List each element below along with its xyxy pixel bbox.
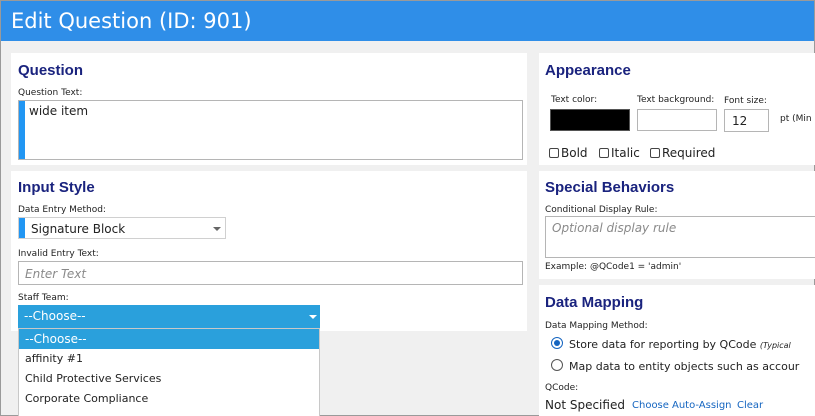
invalid-entry-label: Invalid Entry Text: — [18, 249, 99, 259]
data-entry-method-value: Signature Block — [31, 222, 126, 236]
dropdown-option[interactable]: Corporate Compliance — [19, 389, 319, 409]
conditional-rule-placeholder: Optional display rule — [552, 221, 677, 235]
qcode-value: Not Specified — [545, 398, 625, 412]
dropdown-option[interactable]: Child Protective Services — [19, 369, 319, 389]
input-accent — [19, 101, 25, 159]
data-entry-method-select[interactable]: Signature Block — [18, 217, 226, 239]
question-text-label: Question Text: — [18, 88, 83, 98]
store-qcode-label: Store data for reporting by QCode (Typic… — [569, 338, 791, 351]
italic-checkbox[interactable]: Italic — [599, 146, 640, 160]
data-mapping-panel: Data Mapping Data Mapping Method: Store … — [539, 285, 815, 416]
data-entry-method-label: Data Entry Method: — [18, 205, 106, 215]
font-size-value: 12 — [732, 114, 748, 128]
checkbox-icon — [549, 148, 559, 158]
staff-team-select[interactable]: --Choose-- — [18, 305, 320, 328]
choose-link[interactable]: Choose — [632, 400, 669, 411]
font-size-unit: pt (Min — [780, 114, 812, 124]
conditional-rule-label: Conditional Display Rule: — [545, 205, 658, 215]
data-mapping-heading: Data Mapping — [545, 294, 644, 311]
chevron-down-icon — [309, 315, 317, 319]
window-title: Edit Question (ID: 901) — [1, 1, 814, 41]
bold-label: Bold — [561, 146, 588, 160]
font-size-label: Font size: — [724, 96, 767, 106]
checkbox-icon — [599, 148, 609, 158]
appearance-heading: Appearance — [545, 62, 631, 79]
question-text-input[interactable]: wide item — [18, 100, 523, 160]
italic-label: Italic — [611, 146, 640, 160]
store-qcode-note: (Typical — [759, 341, 791, 350]
special-behaviors-heading: Special Behaviors — [545, 179, 675, 196]
select-accent — [19, 218, 25, 238]
clear-link[interactable]: Clear — [737, 400, 763, 411]
conditional-rule-example: Example: @QCode1 = 'admin' — [545, 262, 682, 272]
checkbox-icon — [650, 148, 660, 158]
input-style-heading: Input Style — [18, 179, 95, 196]
font-size-input[interactable]: 12 — [724, 109, 769, 132]
chevron-down-icon — [213, 227, 221, 231]
bold-checkbox[interactable]: Bold — [549, 146, 588, 160]
question-heading: Question — [18, 62, 84, 79]
required-checkbox[interactable]: Required — [650, 146, 715, 160]
staff-team-value: --Choose-- — [24, 309, 86, 323]
staff-team-label: Staff Team: — [18, 293, 69, 303]
invalid-entry-placeholder: Enter Text — [25, 267, 87, 281]
invalid-entry-input[interactable]: Enter Text — [18, 261, 523, 285]
required-label: Required — [662, 146, 716, 160]
text-color-swatch[interactable] — [550, 109, 630, 131]
store-qcode-radio[interactable] — [551, 337, 563, 349]
data-mapping-method-label: Data Mapping Method: — [545, 321, 648, 331]
question-panel: Question Question Text: wide item — [11, 53, 527, 165]
qcode-label: QCode: — [545, 383, 579, 393]
question-text-value: wide item — [29, 104, 89, 118]
dropdown-option[interactable]: --Choose-- — [19, 329, 319, 349]
map-entity-label: Map data to entity objects such as accou… — [569, 360, 800, 373]
dropdown-option[interactable]: affinity #1 — [19, 349, 319, 369]
map-entity-radio[interactable] — [551, 359, 563, 371]
auto-assign-link[interactable]: Auto-Assign — [672, 400, 732, 411]
appearance-panel: Appearance Text color: Text background: … — [539, 53, 815, 165]
special-behaviors-panel: Special Behaviors Conditional Display Ru… — [539, 171, 815, 279]
staff-team-dropdown-list: --Choose-- affinity #1 Child Protective … — [18, 328, 320, 416]
text-background-label: Text background: — [637, 95, 715, 105]
text-background-input[interactable] — [637, 109, 717, 131]
conditional-rule-input[interactable]: Optional display rule — [545, 216, 815, 258]
text-color-label: Text color: — [551, 95, 598, 105]
